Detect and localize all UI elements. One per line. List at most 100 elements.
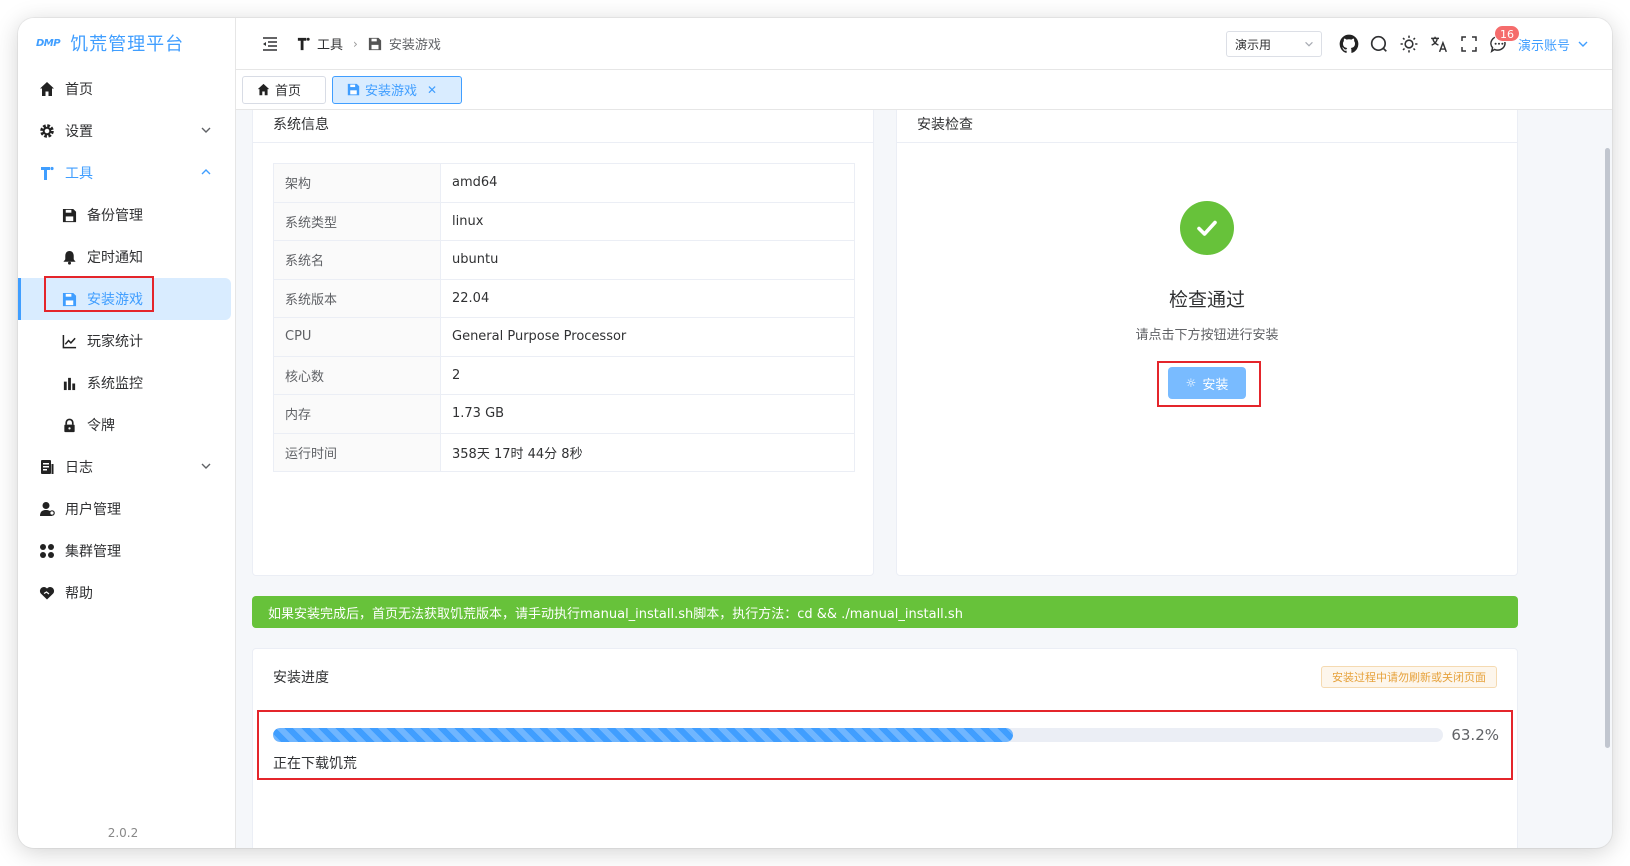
gear-icon [38,122,56,140]
floppy-icon [60,206,78,224]
environment-select[interactable]: 演示用 [1225,31,1322,57]
info-value: 1.73 GB [440,394,855,434]
menu-fold-icon[interactable] [258,32,282,56]
sidebar-item-logs[interactable]: 日志 [18,446,235,488]
install-button-label: 安装 [1202,377,1229,393]
table-row: 运行时间 358天 17时 44分 8秒 [273,432,855,472]
sidebar-item-label: 安装游戏 [87,292,143,308]
progress-title: 安装进度 [273,670,329,686]
progress-status: 正在下载饥荒 [273,756,357,772]
tab-label: 安装游戏 [365,84,418,99]
chevron-up-icon [201,169,211,175]
table-row: 系统名 ubuntu [273,240,855,280]
chevron-down-icon [1578,41,1588,47]
system-info-title: 系统信息 [253,110,873,143]
check-result: 检查通过 请点击下方按钮进行安装 ☼ 安装 [897,201,1517,399]
install-icon [60,290,78,308]
close-icon[interactable]: ✕ [427,83,437,97]
notification-badge: 16 [1493,25,1520,42]
app-version: 2.0.2 [107,826,139,840]
top-header: 工具 › 安装游戏 演示用 16 演示账号 [236,18,1612,70]
install-icon [368,36,384,52]
sidebar-item-help[interactable]: 帮助 [18,572,235,614]
system-info-table: 架构 amd64 系统类型 linux 系统名 ubuntu 系统版本 22.04 CP… [273,163,855,472]
info-value: 358天 17时 44分 8秒 [440,432,855,472]
check-result-title: 检查通过 [1168,289,1245,311]
bar-chart-icon [60,374,78,392]
breadcrumb-item-tools[interactable]: 工具 [317,34,343,53]
sidebar-item-home[interactable]: 首页 [18,68,235,110]
app-window: DMP 饥荒管理平台 首页 设置 工具 备份管理 定时通知 安装游戏 玩家统计 … [18,18,1612,848]
user-icon [38,500,56,518]
sidebar: DMP 饥荒管理平台 首页 设置 工具 备份管理 定时通知 安装游戏 玩家统计 … [18,18,236,848]
install-check-card: 安装检查 检查通过 请点击下方按钮进行安装 ☼ 安装 [896,110,1518,576]
sidebar-item-label: 帮助 [65,586,93,602]
sidebar-item-users[interactable]: 用户管理 [18,488,235,530]
sidebar-item-install-game[interactable]: 安装游戏 [18,278,231,320]
sidebar-item-system-monitor[interactable]: 系统监控 [18,362,235,404]
breadcrumb-item-install-game: 安装游戏 [388,38,441,53]
sidebar-item-label: 用户管理 [65,502,121,518]
progress-fill [273,728,1013,742]
sidebar-item-backup[interactable]: 备份管理 [18,194,235,236]
translate-icon[interactable] [1428,33,1450,55]
sidebar-item-cluster[interactable]: 集群管理 [18,530,235,572]
log-icon [38,458,56,476]
sidebar-item-label: 令牌 [87,418,115,434]
cluster-icon [38,542,56,560]
info-key: 系统类型 [273,201,441,241]
search-icon[interactable] [1368,33,1390,55]
install-button[interactable]: ☼ 安装 [1168,367,1246,399]
progress-bar: 63.2% [273,726,1499,744]
sidebar-item-label: 备份管理 [87,208,143,224]
sidebar-item-player-stats[interactable]: 玩家统计 [18,320,235,362]
tab-home[interactable]: 首页 [242,75,326,104]
sun-icon[interactable] [1398,33,1420,55]
breadcrumb-separator: › [353,36,358,51]
sidebar-item-label: 工具 [65,166,93,182]
heart-handshake-icon [38,584,56,602]
check-success-icon [1180,201,1234,255]
sidebar-item-settings[interactable]: 设置 [18,110,235,152]
table-row: 内存 1.73 GB [273,394,855,434]
info-key: 系统名 [273,240,441,280]
message-icon[interactable]: 16 [1488,25,1520,55]
sidebar-item-label: 首页 [65,82,93,98]
install-hint-alert: 如果安装完成后，首页无法获取饥荒版本，请手动执行manual_install.s… [252,596,1518,628]
sidebar-item-label: 系统监控 [87,376,143,392]
fullscreen-icon[interactable] [1458,33,1480,55]
info-value: 2 [440,355,855,395]
sidebar-item-label: 玩家统计 [87,334,143,350]
github-icon[interactable] [1338,33,1360,55]
table-row: 核心数 2 [273,355,855,395]
tab-install-game[interactable]: 安装游戏 ✕ [332,75,462,104]
lock-icon [60,416,78,434]
sidebar-item-label: 日志 [65,460,93,476]
progress-percent: 63.2% [1451,726,1499,744]
info-value: General Purpose Processor [440,317,855,357]
info-value: amd64 [440,163,855,203]
alert-text: 如果安装完成后，首页无法获取饥荒版本，请手动执行manual_install.s… [268,606,963,622]
table-row: CPU General Purpose Processor [273,317,855,357]
logo-mark: DMP [36,37,61,49]
check-result-subtitle: 请点击下方按钮进行安装 [1135,328,1279,343]
sidebar-item-schedule[interactable]: 定时通知 [18,236,235,278]
account-menu[interactable]: 演示账号 [1518,35,1590,54]
sidebar-item-token[interactable]: 令牌 [18,404,235,446]
breadcrumb: 工具 › 安装游戏 [296,34,441,53]
install-check-title: 安装检查 [897,110,1517,143]
bell-icon [60,248,78,266]
scrollbar[interactable] [1605,148,1610,748]
environment-select-value: 演示用 [1234,37,1271,52]
info-value: 22.04 [440,278,855,318]
info-key: 系统版本 [273,278,441,318]
info-key: 运行时间 [273,432,441,472]
table-row: 系统类型 linux [273,201,855,241]
chevron-down-icon [201,127,211,133]
progress-header: 安装进度 安装过程中请勿刷新或关闭页面 [253,649,1517,705]
chevron-down-icon [1305,41,1313,47]
sidebar-item-tools[interactable]: 工具 [18,152,235,194]
line-chart-icon [60,332,78,350]
logo[interactable]: DMP 饥荒管理平台 [18,18,235,68]
table-row: 架构 amd64 [273,163,855,203]
